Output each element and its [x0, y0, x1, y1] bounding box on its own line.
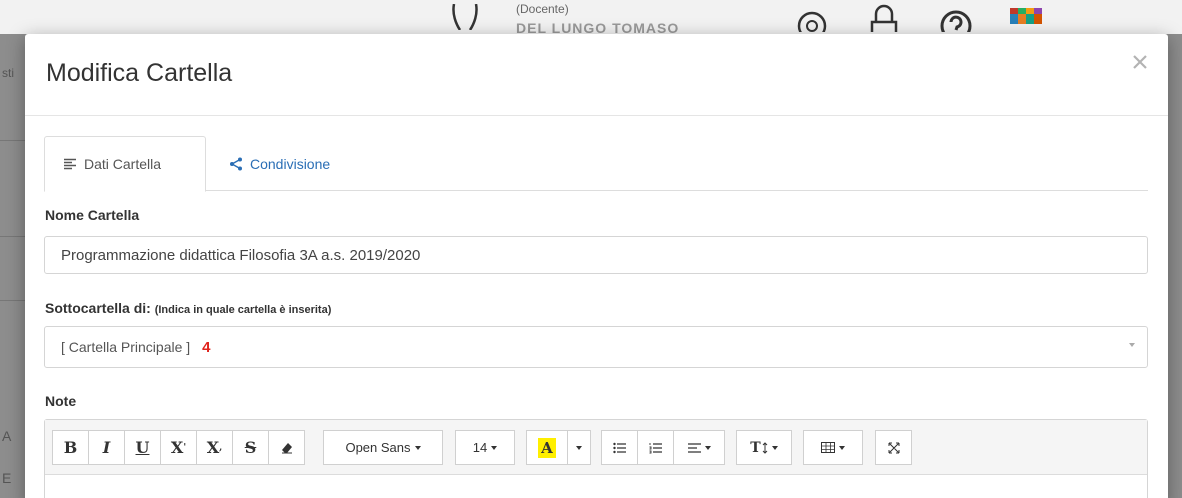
sottocartella-label: Sottocartella di: (Indica in quale carte…: [45, 300, 331, 316]
highlight-color-button[interactable]: A: [526, 430, 568, 465]
lock-icon: [870, 4, 898, 32]
background-left-text: E: [2, 470, 12, 486]
help-icon: [940, 10, 972, 32]
share-icon: [230, 157, 242, 170]
numbered-list-icon: [649, 442, 662, 453]
nome-cartella-label: Nome Cartella: [45, 207, 140, 223]
line-height-label: T: [750, 439, 761, 456]
close-icon[interactable]: [1128, 50, 1152, 74]
nome-cartella-value: Programmazione didattica Filosofia 3A a.…: [61, 246, 421, 264]
editor-toolbar: B I U X ' X, S Open Sans 14 A T: [45, 420, 1147, 475]
chevron-down-icon: [771, 445, 778, 450]
italic-button[interactable]: I: [88, 430, 125, 465]
tab-condivisione[interactable]: Condivisione: [211, 136, 348, 191]
align-left-icon: [64, 158, 76, 170]
underline-label: U: [135, 438, 150, 457]
background-divider: [0, 140, 26, 141]
modal-tabs: Dati Cartella Condivisione: [44, 136, 1148, 192]
subscript-mark: ,: [219, 442, 223, 453]
chevron-down-icon: [576, 445, 582, 450]
highlight-color-dropdown[interactable]: [567, 430, 591, 465]
sottocartella-hint: (Indica in quale cartella è inserita): [154, 304, 332, 316]
bold-button[interactable]: B: [52, 430, 89, 465]
chevron-down-icon: [1129, 343, 1135, 347]
annotation-badge: 4: [202, 338, 211, 356]
user-icon: [452, 4, 478, 30]
superscript-button[interactable]: X ': [160, 430, 197, 465]
underline-button[interactable]: U: [124, 430, 161, 465]
ordered-list-button[interactable]: [637, 430, 674, 465]
location-icon: [797, 11, 827, 32]
font-family-dropdown[interactable]: Open Sans: [323, 430, 443, 465]
font-size-value: 14: [472, 440, 488, 455]
paragraph-align-dropdown[interactable]: [673, 430, 725, 465]
align-icon: [687, 442, 701, 453]
chevron-down-icon: [839, 445, 845, 450]
tab-label: Dati Cartella: [84, 156, 162, 172]
chevron-down-icon: [491, 445, 498, 450]
font-size-dropdown[interactable]: 14: [455, 430, 515, 465]
superscript-mark: ': [183, 442, 187, 453]
chevron-down-icon: [704, 445, 711, 450]
modal-header: Modifica Cartella: [25, 34, 1168, 116]
font-family-value: Open Sans: [345, 440, 411, 455]
line-height-dropdown[interactable]: T: [736, 430, 792, 465]
note-editor[interactable]: B I U X ' X, S Open Sans 14 A T: [44, 419, 1148, 498]
tab-label: Condivisione: [250, 155, 331, 172]
background-divider: [0, 236, 26, 237]
strikethrough-button[interactable]: S: [232, 430, 269, 465]
chevron-down-icon: [414, 445, 421, 450]
sottocartella-select[interactable]: [ Cartella Principale ] 4: [44, 326, 1148, 368]
line-height-icon: [762, 441, 768, 454]
highlight-a-icon: A: [538, 437, 556, 458]
subscript-button[interactable]: X,: [196, 430, 233, 465]
background-left-text: A: [2, 428, 12, 444]
table-dropdown[interactable]: [803, 430, 863, 465]
background-topbar: (Docente) DEL LUNGO TOMASO: [0, 0, 1182, 36]
sottocartella-value: [ Cartella Principale ]: [61, 339, 191, 355]
bullet-list-icon: [612, 442, 626, 453]
table-icon: [821, 442, 835, 453]
eraser-icon: [281, 442, 292, 453]
background-user-role: (Docente): [516, 2, 569, 16]
italic-label: I: [102, 438, 111, 457]
note-label: Note: [45, 393, 77, 409]
edit-folder-modal: Modifica Cartella Dati Cartella Condivis…: [25, 34, 1168, 498]
background-divider: [0, 300, 26, 301]
background-left-text: sti: [2, 66, 14, 80]
bold-label: B: [63, 438, 78, 457]
nome-cartella-input[interactable]: Programmazione didattica Filosofia 3A a.…: [44, 236, 1148, 274]
expand-icon: [888, 442, 899, 453]
tab-dati-cartella[interactable]: Dati Cartella: [44, 136, 206, 192]
app-logo-icon: [1010, 8, 1042, 24]
clear-format-button[interactable]: [268, 430, 305, 465]
sottocartella-label-text: Sottocartella di:: [45, 300, 151, 316]
unordered-list-button[interactable]: [601, 430, 638, 465]
modal-title: Modifica Cartella: [46, 59, 233, 87]
superscript-label: X: [170, 438, 184, 457]
fullscreen-button[interactable]: [875, 430, 912, 465]
strike-label: S: [244, 438, 257, 457]
subscript-label: X: [206, 438, 220, 457]
